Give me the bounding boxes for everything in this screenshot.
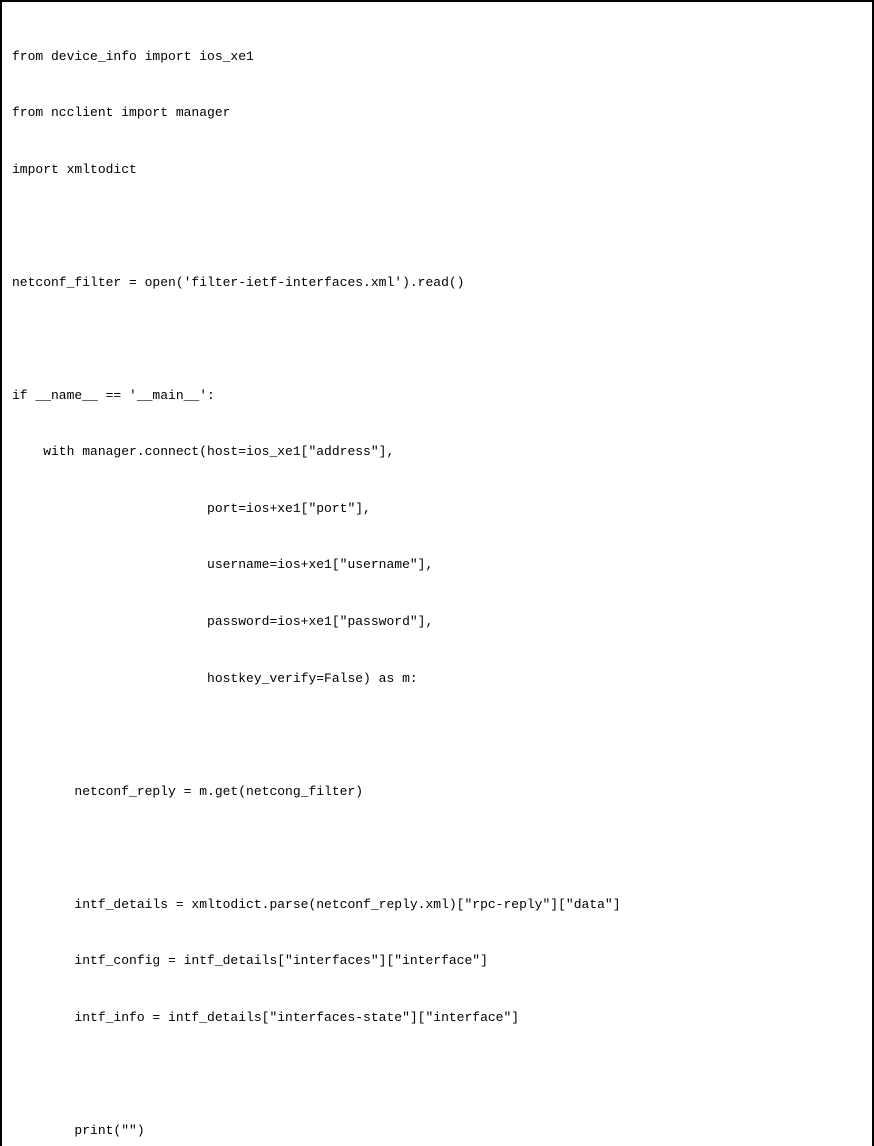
code-line-2: from ncclient import manager — [12, 104, 862, 123]
code-line-20: print("") — [12, 1122, 862, 1141]
code-line-18: intf_info = intf_details["interfaces-sta… — [12, 1009, 862, 1028]
code-line-14: netconf_reply = m.get(netcong_filter) — [12, 783, 862, 802]
code-line-8: with manager.connect(host=ios_xe1["addre… — [12, 443, 862, 462]
code-line-4 — [12, 217, 862, 236]
code-line-19 — [12, 1065, 862, 1084]
code-line-12: hostkey_verify=False) as m: — [12, 670, 862, 689]
code-line-10: username=ios+xe1["username"], — [12, 556, 862, 575]
code-line-3: import xmltodict — [12, 161, 862, 180]
code-line-6 — [12, 330, 862, 349]
code-line-1: from device_info import ios_xe1 — [12, 48, 862, 67]
code-editor: from device_info import ios_xe1 from ncc… — [0, 0, 874, 1146]
code-line-13 — [12, 726, 862, 745]
code-line-11: password=ios+xe1["password"], — [12, 613, 862, 632]
code-line-5: netconf_filter = open('filter-ietf-inter… — [12, 274, 862, 293]
code-line-16: intf_details = xmltodict.parse(netconf_r… — [12, 896, 862, 915]
code-line-9: port=ios+xe1["port"], — [12, 500, 862, 519]
code-line-17: intf_config = intf_details["interfaces"]… — [12, 952, 862, 971]
code-content: from device_info import ios_xe1 from ncc… — [12, 10, 862, 1146]
code-line-7: if __name__ == '__main__': — [12, 387, 862, 406]
code-line-15 — [12, 839, 862, 858]
